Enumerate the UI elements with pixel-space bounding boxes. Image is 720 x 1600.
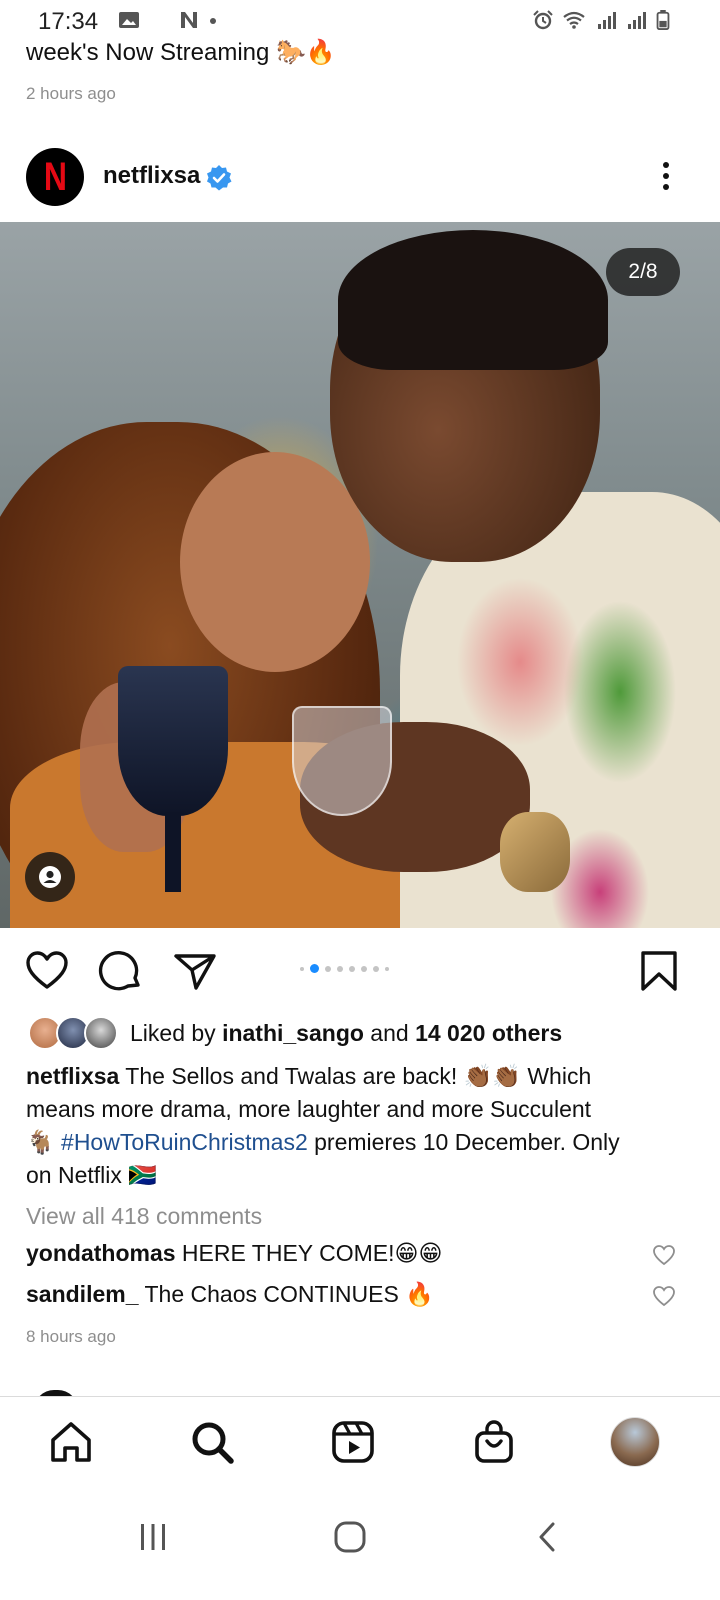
photo-clear-wine-glass — [292, 706, 392, 816]
recents-icon — [141, 1524, 165, 1550]
post-username[interactable]: netflixsa — [103, 162, 200, 190]
recents-button[interactable] — [128, 1512, 178, 1562]
caption-username[interactable]: netflixsa — [26, 1063, 119, 1089]
carousel-dot — [337, 965, 343, 972]
post-photo[interactable]: 2/8 — [0, 222, 720, 928]
back-chevron-icon — [539, 1522, 555, 1552]
view-all-comments-link[interactable]: View all 418 comments — [26, 1203, 262, 1230]
moon-icon — [153, 12, 161, 28]
status-right-icons — [532, 10, 670, 30]
profile-avatar — [610, 1417, 660, 1467]
image-counter-badge: 2/8 — [606, 248, 680, 296]
person-icon — [39, 866, 61, 888]
more-options-icon[interactable] — [654, 158, 678, 194]
previous-post-caption[interactable]: week's Now Streaming 🐎🔥 — [26, 38, 336, 67]
post-header: N netflixsa — [0, 140, 720, 220]
nav-shop[interactable] — [469, 1417, 519, 1467]
home-button[interactable] — [325, 1512, 375, 1562]
save-bookmark-icon[interactable] — [636, 948, 682, 994]
comment-text: HERE THEY COME!😁😁 — [175, 1240, 443, 1266]
caption-line-1: The Sellos and Twalas are back! 👏🏾👏🏾 Whi… — [119, 1063, 592, 1089]
photo-dark-wine-glass — [118, 666, 228, 816]
photo-woman-face — [180, 452, 370, 672]
dot-icon — [210, 18, 216, 24]
caption-line-3-prefix: 🐐 — [26, 1129, 62, 1155]
nav-search[interactable] — [187, 1417, 237, 1467]
carousel-dot-active — [310, 964, 319, 973]
home-circle-icon — [334, 1521, 366, 1553]
previous-post-timestamp: 2 hours ago — [26, 84, 116, 103]
carousel-dot — [373, 965, 379, 972]
verified-badge-icon — [207, 165, 232, 191]
system-navigation-bar — [0, 1484, 720, 1600]
carousel-dot — [361, 965, 367, 972]
tagged-people-button[interactable] — [25, 852, 75, 902]
n-icon — [181, 12, 197, 28]
likes-middle: and — [363, 1020, 416, 1046]
battery-icon — [656, 10, 670, 30]
likes-row[interactable]: Liked by inathi_sango and 14 020 others — [26, 1014, 706, 1054]
status-left-icons — [118, 10, 218, 30]
status-time: 17:34 — [38, 8, 99, 35]
comment-item: yondathomas HERE THEY COME!😁😁 — [26, 1240, 706, 1267]
caption-hashtag[interactable]: #HowToRuinChristmas2 — [61, 1129, 308, 1155]
nav-home[interactable] — [46, 1417, 96, 1467]
comment-username[interactable]: sandilem_ — [26, 1281, 139, 1307]
alarm-icon — [533, 10, 553, 30]
photo-glass-stem — [165, 812, 181, 892]
post-avatar[interactable]: N — [26, 148, 84, 206]
nav-reels[interactable] — [328, 1417, 378, 1467]
nav-profile[interactable] — [610, 1417, 660, 1467]
caption-line-2: means more drama, more laughter and more… — [26, 1096, 592, 1122]
comment-icon[interactable] — [98, 948, 144, 994]
photo-man-hair — [338, 230, 608, 370]
likes-others-count[interactable]: 14 020 others — [415, 1020, 562, 1046]
signal-icon — [598, 12, 616, 29]
comment-like-heart-icon[interactable] — [652, 1244, 676, 1266]
carousel-indicator — [300, 964, 389, 973]
bottom-navigation-bar — [0, 1396, 720, 1484]
wifi-icon — [563, 11, 585, 29]
netflix-logo-letter: N — [43, 154, 67, 199]
likes-prefix: Liked by — [130, 1020, 223, 1046]
reels-icon — [332, 1421, 374, 1463]
like-heart-icon[interactable] — [24, 948, 70, 994]
share-send-icon[interactable] — [172, 948, 218, 994]
post-timestamp: 8 hours ago — [26, 1327, 116, 1346]
liker-username[interactable]: inathi_sango — [222, 1020, 364, 1046]
comment-text: The Chaos CONTINUES 🔥 — [138, 1281, 434, 1307]
carousel-dot — [349, 965, 355, 972]
comment-like-heart-icon[interactable] — [652, 1285, 676, 1307]
home-icon — [51, 1422, 91, 1462]
photo-watch — [500, 812, 570, 892]
comment-item: sandilem_ The Chaos CONTINUES 🔥 — [26, 1281, 706, 1308]
search-icon — [192, 1422, 234, 1464]
likes-summary: Liked by inathi_sango and 14 020 others — [130, 1020, 562, 1047]
post-caption: netflixsa The Sellos and Twalas are back… — [26, 1060, 696, 1192]
comment-username[interactable]: yondathomas — [26, 1240, 176, 1266]
liker-avatar — [84, 1016, 118, 1050]
image-icon — [119, 12, 139, 28]
caption-line-4: on Netflix 🇿🇦 — [26, 1162, 157, 1188]
signal-icon-2 — [628, 12, 646, 29]
post-action-row — [0, 940, 720, 1000]
carousel-dot — [300, 966, 304, 971]
caption-line-3-suffix: premieres 10 December. Only — [307, 1129, 620, 1155]
carousel-dot — [325, 965, 331, 972]
carousel-dot — [385, 966, 389, 971]
shop-icon — [475, 1420, 513, 1463]
back-button[interactable] — [522, 1512, 572, 1562]
